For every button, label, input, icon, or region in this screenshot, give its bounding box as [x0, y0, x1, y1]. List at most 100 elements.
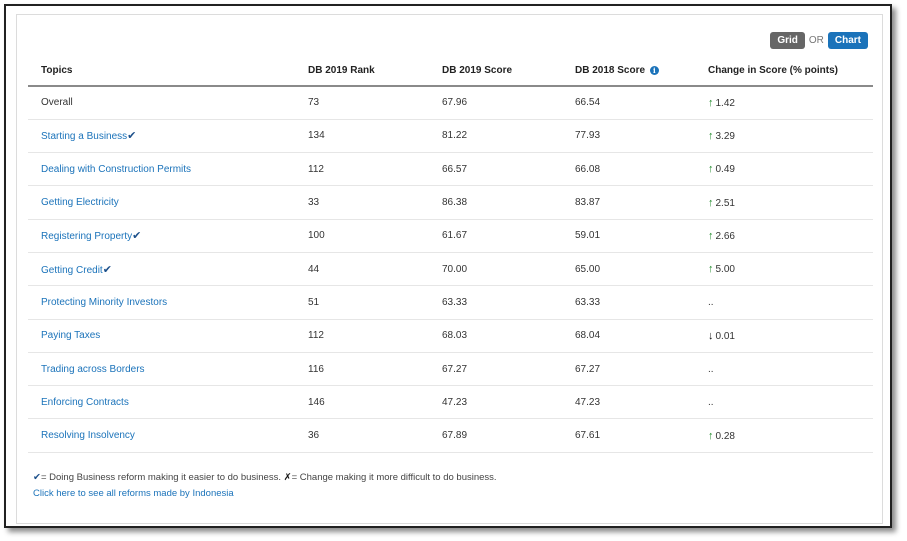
- score-2018-cell: 68.04: [562, 319, 695, 353]
- score-2018-cell: 47.23: [562, 385, 695, 420]
- reform-check-icon: ✔: [102, 263, 112, 276]
- score-2019-cell: 70.00: [429, 252, 562, 287]
- topic-cell[interactable]: Getting Electricity: [28, 185, 295, 220]
- score-2019-cell: 67.96: [429, 86, 562, 120]
- change-value: 5.00: [715, 264, 735, 276]
- change-value: ..: [708, 296, 714, 308]
- legend-x-text: = Change making it more difficult to do …: [291, 472, 497, 483]
- change-value: 3.29: [715, 130, 735, 142]
- topic-name: Overall: [41, 97, 73, 109]
- change-value: 1.42: [715, 97, 735, 109]
- topic-name[interactable]: Protecting Minority Investors: [41, 297, 167, 308]
- header-change: Change in Score (% points): [695, 55, 873, 87]
- topic-name[interactable]: Getting Electricity: [41, 197, 119, 208]
- score-2018-cell: 67.61: [562, 418, 695, 453]
- rank-2019-cell: 36: [295, 418, 429, 453]
- scores-table: Topics DB 2019 Rank DB 2019 Score DB 201…: [28, 55, 873, 453]
- topic-cell[interactable]: Trading across Borders: [28, 352, 295, 387]
- topic-cell[interactable]: Registering Property✔: [28, 219, 295, 253]
- topic-cell[interactable]: Paying Taxes: [28, 319, 295, 353]
- topic-name[interactable]: Registering Property: [41, 231, 132, 242]
- topic-name[interactable]: Dealing with Construction Permits: [41, 164, 191, 175]
- change-cell: ↑ 5.00: [695, 252, 873, 287]
- rank-2019-cell: 116: [295, 352, 429, 387]
- change-cell: ..: [695, 385, 873, 420]
- table-row: Enforcing Contracts 146 47.23 47.23..: [28, 385, 873, 420]
- doing-business-panel: Grid OR Chart Topics DB 2019 Rank DB 201…: [16, 14, 883, 524]
- table-row: Starting a Business✔ 134 81.22 77.93 ↑ 3.29: [28, 119, 873, 154]
- table-header-row: Topics DB 2019 Rank DB 2019 Score DB 201…: [28, 55, 873, 87]
- change-value: ..: [708, 363, 714, 375]
- screenshot-frame: Grid OR Chart Topics DB 2019 Rank DB 201…: [4, 4, 892, 528]
- topic-cell[interactable]: Protecting Minority Investors: [28, 285, 295, 320]
- all-reforms-link[interactable]: Click here to see all reforms made by In…: [33, 488, 234, 499]
- score-2019-cell: 61.67: [429, 219, 562, 253]
- arrow-up-icon: ↑: [708, 129, 714, 142]
- score-2019-cell: 63.33: [429, 285, 562, 320]
- table-row: Getting Credit✔ 44 70.00 65.00 ↑ 5.00: [28, 252, 873, 287]
- change-cell: ↑ 1.42: [695, 86, 873, 120]
- change-value: 2.66: [715, 230, 735, 242]
- table-row: Registering Property✔ 100 61.67 59.01 ↑ 2.66: [28, 219, 873, 253]
- table-row: Resolving Insolvency 36 67.89 67.61 ↑ 0.28: [28, 418, 873, 453]
- chart-view-button[interactable]: Chart: [827, 32, 868, 49]
- score-2018-cell: 67.27: [562, 352, 695, 387]
- score-2019-cell: 81.22: [429, 119, 562, 154]
- topic-cell[interactable]: Enforcing Contracts: [28, 385, 295, 420]
- score-2019-cell: 68.03: [429, 319, 562, 353]
- change-value: 2.51: [715, 197, 735, 209]
- topic-cell[interactable]: Getting Credit✔: [28, 252, 295, 287]
- rank-2019-cell: 100: [295, 219, 429, 253]
- table-row: Overall 73 67.96 66.54 ↑ 1.42: [28, 86, 873, 120]
- rank-2019-cell: 44: [295, 252, 429, 287]
- score-2019-cell: 86.38: [429, 185, 562, 220]
- score-2018-cell: 83.87: [562, 185, 695, 220]
- reform-legend: ✔= Doing Business reform making it easie…: [33, 472, 497, 483]
- topic-name[interactable]: Paying Taxes: [41, 330, 100, 341]
- topic-cell: Overall: [28, 86, 295, 120]
- table-row: Dealing with Construction Permits 112 66.5…: [28, 152, 873, 187]
- reform-check-icon: ✔: [132, 230, 142, 243]
- topic-name[interactable]: Resolving Insolvency: [41, 430, 135, 441]
- topic-cell[interactable]: Resolving Insolvency: [28, 418, 295, 453]
- header-score-2018-label: DB 2018 Score: [575, 64, 646, 76]
- table-row: Protecting Minority Investors 51 63.33 63.3…: [28, 285, 873, 320]
- topic-name[interactable]: Getting Credit: [41, 265, 103, 276]
- change-cell: ..: [695, 285, 873, 320]
- change-value: 0.49: [715, 164, 735, 176]
- info-icon[interactable]: i: [649, 65, 659, 75]
- rank-2019-cell: 73: [295, 86, 429, 120]
- change-cell: ↑ 0.49: [695, 152, 873, 187]
- table-row: Trading across Borders 116 67.27 67.27..: [28, 352, 873, 387]
- score-2019-cell: 67.89: [429, 418, 562, 453]
- arrow-down-icon: ↓: [708, 329, 714, 342]
- rank-2019-cell: 134: [295, 119, 429, 154]
- rank-2019-cell: 112: [295, 319, 429, 353]
- rank-2019-cell: 33: [295, 185, 429, 220]
- arrow-up-icon: ↑: [708, 229, 714, 242]
- change-cell: ↓ 0.01: [695, 319, 873, 353]
- change-cell: ↑ 2.51: [695, 185, 873, 220]
- toggle-or-label: OR: [808, 35, 824, 46]
- grid-view-button[interactable]: Grid: [770, 32, 805, 49]
- check-icon: ✔: [33, 472, 41, 483]
- topic-name[interactable]: Starting a Business: [41, 131, 127, 142]
- header-score-2018: DB 2018 Score i: [562, 55, 695, 87]
- score-2018-cell: 63.33: [562, 285, 695, 320]
- change-cell: ↑ 3.29: [695, 119, 873, 154]
- topic-name[interactable]: Enforcing Contracts: [41, 397, 129, 408]
- change-cell: ↑ 0.28: [695, 418, 873, 453]
- table-row: Getting Electricity 33 86.38 83.87 ↑ 2.51: [28, 185, 873, 220]
- topic-name[interactable]: Trading across Borders: [41, 364, 145, 375]
- score-2019-cell: 47.23: [429, 385, 562, 420]
- topic-cell[interactable]: Dealing with Construction Permits: [28, 152, 295, 187]
- score-2019-cell: 66.57: [429, 152, 562, 187]
- arrow-up-icon: ↑: [708, 163, 714, 176]
- table-row: Paying Taxes 112 68.03 68.04 ↓ 0.01: [28, 319, 873, 353]
- rank-2019-cell: 146: [295, 385, 429, 420]
- header-score-2019: DB 2019 Score: [429, 55, 562, 87]
- change-cell: ..: [695, 352, 873, 387]
- change-cell: ↑ 2.66: [695, 219, 873, 253]
- arrow-up-icon: ↑: [708, 263, 714, 276]
- topic-cell[interactable]: Starting a Business✔: [28, 119, 295, 154]
